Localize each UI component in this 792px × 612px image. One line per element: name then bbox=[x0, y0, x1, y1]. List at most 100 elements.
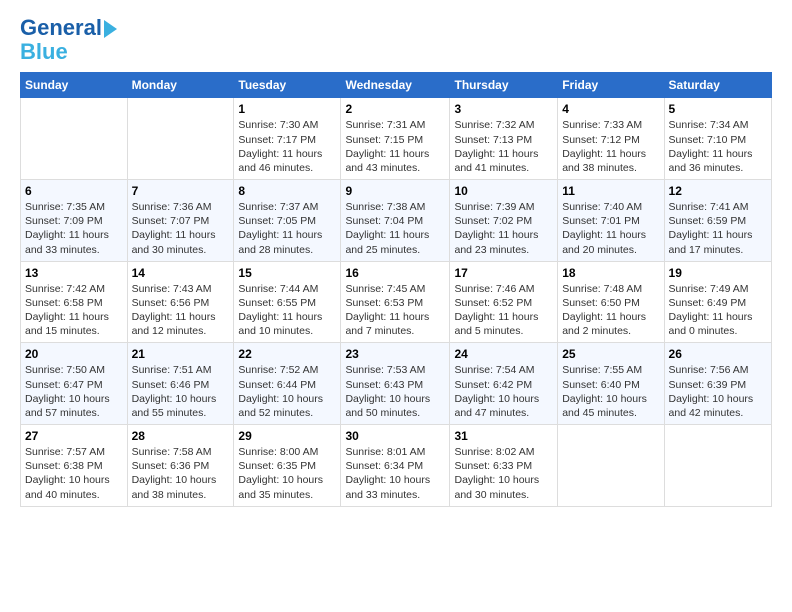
day-number: 17 bbox=[454, 266, 553, 280]
day-number: 19 bbox=[669, 266, 767, 280]
calendar-cell: 31 Sunrise: 8:02 AM Sunset: 6:33 PM Dayli… bbox=[450, 425, 558, 507]
day-info: Sunrise: 7:36 AM Sunset: 7:07 PM Dayligh… bbox=[132, 200, 230, 257]
calendar-cell: 21 Sunrise: 7:51 AM Sunset: 6:46 PM Dayli… bbox=[127, 343, 234, 425]
day-info: Sunrise: 7:32 AM Sunset: 7:13 PM Dayligh… bbox=[454, 118, 553, 175]
day-info: Sunrise: 8:00 AM Sunset: 6:35 PM Dayligh… bbox=[238, 445, 336, 502]
weekday-header-friday: Friday bbox=[558, 73, 664, 98]
calendar-cell: 15Sunrise: 7:44 AM Sunset: 6:55 PM Dayli… bbox=[234, 261, 341, 343]
calendar-header-row: SundayMondayTuesdayWednesdayThursdayFrid… bbox=[21, 73, 772, 98]
calendar-week-row: 27 Sunrise: 7:57 AM Sunset: 6:38 PM Dayli… bbox=[21, 425, 772, 507]
day-info: Sunrise: 7:33 AM Sunset: 7:12 PM Dayligh… bbox=[562, 118, 659, 175]
day-info: Sunrise: 7:37 AM Sunset: 7:05 PM Dayligh… bbox=[238, 200, 336, 257]
day-number: 29 bbox=[238, 429, 336, 443]
day-info: Sunrise: 7:30 AM Sunset: 7:17 PM Dayligh… bbox=[238, 118, 336, 175]
calendar-cell: 14 Sunrise: 7:43 AM Sunset: 6:56 PM Dayli… bbox=[127, 261, 234, 343]
logo-arrow-icon bbox=[104, 20, 117, 38]
calendar-cell: 17 Sunrise: 7:46 AM Sunset: 6:52 PM Dayli… bbox=[450, 261, 558, 343]
day-number: 10 bbox=[454, 184, 553, 198]
day-number: 30 bbox=[345, 429, 445, 443]
day-number: 4 bbox=[562, 102, 659, 116]
day-number: 28 bbox=[132, 429, 230, 443]
calendar-cell bbox=[127, 98, 234, 180]
day-info: Sunrise: 7:42 AM Sunset: 6:58 PM Dayligh… bbox=[25, 282, 123, 339]
day-info: Sunrise: 7:39 AM Sunset: 7:02 PM Dayligh… bbox=[454, 200, 553, 257]
day-info: Sunrise: 7:34 AM Sunset: 7:10 PM Dayligh… bbox=[669, 118, 767, 175]
calendar-cell: 27 Sunrise: 7:57 AM Sunset: 6:38 PM Dayli… bbox=[21, 425, 128, 507]
calendar-cell: 2Sunrise: 7:31 AM Sunset: 7:15 PM Daylig… bbox=[341, 98, 450, 180]
calendar-cell: 8 Sunrise: 7:37 AM Sunset: 7:05 PM Daylig… bbox=[234, 180, 341, 262]
logo-blue: Blue bbox=[20, 40, 68, 64]
day-number: 13 bbox=[25, 266, 123, 280]
day-number: 5 bbox=[669, 102, 767, 116]
calendar-cell: 11 Sunrise: 7:40 AM Sunset: 7:01 PM Dayli… bbox=[558, 180, 664, 262]
day-info: Sunrise: 7:51 AM Sunset: 6:46 PM Dayligh… bbox=[132, 363, 230, 420]
day-number: 15 bbox=[238, 266, 336, 280]
calendar-cell: 10 Sunrise: 7:39 AM Sunset: 7:02 PM Dayli… bbox=[450, 180, 558, 262]
day-number: 23 bbox=[345, 347, 445, 361]
calendar-week-row: 6Sunrise: 7:35 AM Sunset: 7:09 PM Daylig… bbox=[21, 180, 772, 262]
day-info: Sunrise: 7:55 AM Sunset: 6:40 PM Dayligh… bbox=[562, 363, 659, 420]
weekday-header-sunday: Sunday bbox=[21, 73, 128, 98]
day-number: 18 bbox=[562, 266, 659, 280]
day-number: 20 bbox=[25, 347, 123, 361]
calendar-week-row: 13 Sunrise: 7:42 AM Sunset: 6:58 PM Dayli… bbox=[21, 261, 772, 343]
calendar-cell: 26 Sunrise: 7:56 AM Sunset: 6:39 PM Dayli… bbox=[664, 343, 771, 425]
day-info: Sunrise: 7:56 AM Sunset: 6:39 PM Dayligh… bbox=[669, 363, 767, 420]
day-info: Sunrise: 7:48 AM Sunset: 6:50 PM Dayligh… bbox=[562, 282, 659, 339]
calendar-cell: 20 Sunrise: 7:50 AM Sunset: 6:47 PM Dayli… bbox=[21, 343, 128, 425]
day-info: Sunrise: 7:53 AM Sunset: 6:43 PM Dayligh… bbox=[345, 363, 445, 420]
day-info: Sunrise: 7:40 AM Sunset: 7:01 PM Dayligh… bbox=[562, 200, 659, 257]
day-info: Sunrise: 7:50 AM Sunset: 6:47 PM Dayligh… bbox=[25, 363, 123, 420]
day-info: Sunrise: 7:35 AM Sunset: 7:09 PM Dayligh… bbox=[25, 200, 123, 257]
calendar-cell: 5 Sunrise: 7:34 AM Sunset: 7:10 PM Daylig… bbox=[664, 98, 771, 180]
day-info: Sunrise: 7:43 AM Sunset: 6:56 PM Dayligh… bbox=[132, 282, 230, 339]
calendar-cell: 30 Sunrise: 8:01 AM Sunset: 6:34 PM Dayli… bbox=[341, 425, 450, 507]
logo-general: General bbox=[20, 15, 102, 40]
day-number: 8 bbox=[238, 184, 336, 198]
weekday-header-thursday: Thursday bbox=[450, 73, 558, 98]
calendar-table: SundayMondayTuesdayWednesdayThursdayFrid… bbox=[20, 72, 772, 506]
calendar-cell: 7 Sunrise: 7:36 AM Sunset: 7:07 PM Daylig… bbox=[127, 180, 234, 262]
day-number: 31 bbox=[454, 429, 553, 443]
day-info: Sunrise: 8:01 AM Sunset: 6:34 PM Dayligh… bbox=[345, 445, 445, 502]
calendar-cell: 16 Sunrise: 7:45 AM Sunset: 6:53 PM Dayli… bbox=[341, 261, 450, 343]
day-info: Sunrise: 7:57 AM Sunset: 6:38 PM Dayligh… bbox=[25, 445, 123, 502]
calendar-cell: 24Sunrise: 7:54 AM Sunset: 6:42 PM Dayli… bbox=[450, 343, 558, 425]
day-number: 2 bbox=[345, 102, 445, 116]
calendar-cell: 25 Sunrise: 7:55 AM Sunset: 6:40 PM Dayli… bbox=[558, 343, 664, 425]
day-number: 12 bbox=[669, 184, 767, 198]
day-number: 3 bbox=[454, 102, 553, 116]
logo-text: General bbox=[20, 16, 117, 40]
day-number: 26 bbox=[669, 347, 767, 361]
calendar-cell: 9Sunrise: 7:38 AM Sunset: 7:04 PM Daylig… bbox=[341, 180, 450, 262]
day-info: Sunrise: 7:49 AM Sunset: 6:49 PM Dayligh… bbox=[669, 282, 767, 339]
calendar-week-row: 1Sunrise: 7:30 AM Sunset: 7:17 PM Daylig… bbox=[21, 98, 772, 180]
day-info: Sunrise: 7:45 AM Sunset: 6:53 PM Dayligh… bbox=[345, 282, 445, 339]
calendar-cell: 13 Sunrise: 7:42 AM Sunset: 6:58 PM Dayli… bbox=[21, 261, 128, 343]
calendar-cell: 28Sunrise: 7:58 AM Sunset: 6:36 PM Dayli… bbox=[127, 425, 234, 507]
calendar-cell bbox=[21, 98, 128, 180]
calendar-cell: 18 Sunrise: 7:48 AM Sunset: 6:50 PM Dayli… bbox=[558, 261, 664, 343]
weekday-header-monday: Monday bbox=[127, 73, 234, 98]
day-number: 9 bbox=[345, 184, 445, 198]
day-number: 25 bbox=[562, 347, 659, 361]
day-number: 27 bbox=[25, 429, 123, 443]
weekday-header-tuesday: Tuesday bbox=[234, 73, 341, 98]
day-number: 11 bbox=[562, 184, 659, 198]
calendar-week-row: 20 Sunrise: 7:50 AM Sunset: 6:47 PM Dayli… bbox=[21, 343, 772, 425]
calendar-cell: 12Sunrise: 7:41 AM Sunset: 6:59 PM Dayli… bbox=[664, 180, 771, 262]
calendar-cell: 1Sunrise: 7:30 AM Sunset: 7:17 PM Daylig… bbox=[234, 98, 341, 180]
calendar-cell: 23 Sunrise: 7:53 AM Sunset: 6:43 PM Dayli… bbox=[341, 343, 450, 425]
day-info: Sunrise: 7:54 AM Sunset: 6:42 PM Dayligh… bbox=[454, 363, 553, 420]
calendar-cell: 4 Sunrise: 7:33 AM Sunset: 7:12 PM Daylig… bbox=[558, 98, 664, 180]
day-info: Sunrise: 7:46 AM Sunset: 6:52 PM Dayligh… bbox=[454, 282, 553, 339]
day-number: 21 bbox=[132, 347, 230, 361]
day-number: 22 bbox=[238, 347, 336, 361]
calendar-cell bbox=[558, 425, 664, 507]
day-number: 16 bbox=[345, 266, 445, 280]
day-info: Sunrise: 8:02 AM Sunset: 6:33 PM Dayligh… bbox=[454, 445, 553, 502]
calendar-cell: 29 Sunrise: 8:00 AM Sunset: 6:35 PM Dayli… bbox=[234, 425, 341, 507]
day-number: 14 bbox=[132, 266, 230, 280]
weekday-header-saturday: Saturday bbox=[664, 73, 771, 98]
day-number: 7 bbox=[132, 184, 230, 198]
